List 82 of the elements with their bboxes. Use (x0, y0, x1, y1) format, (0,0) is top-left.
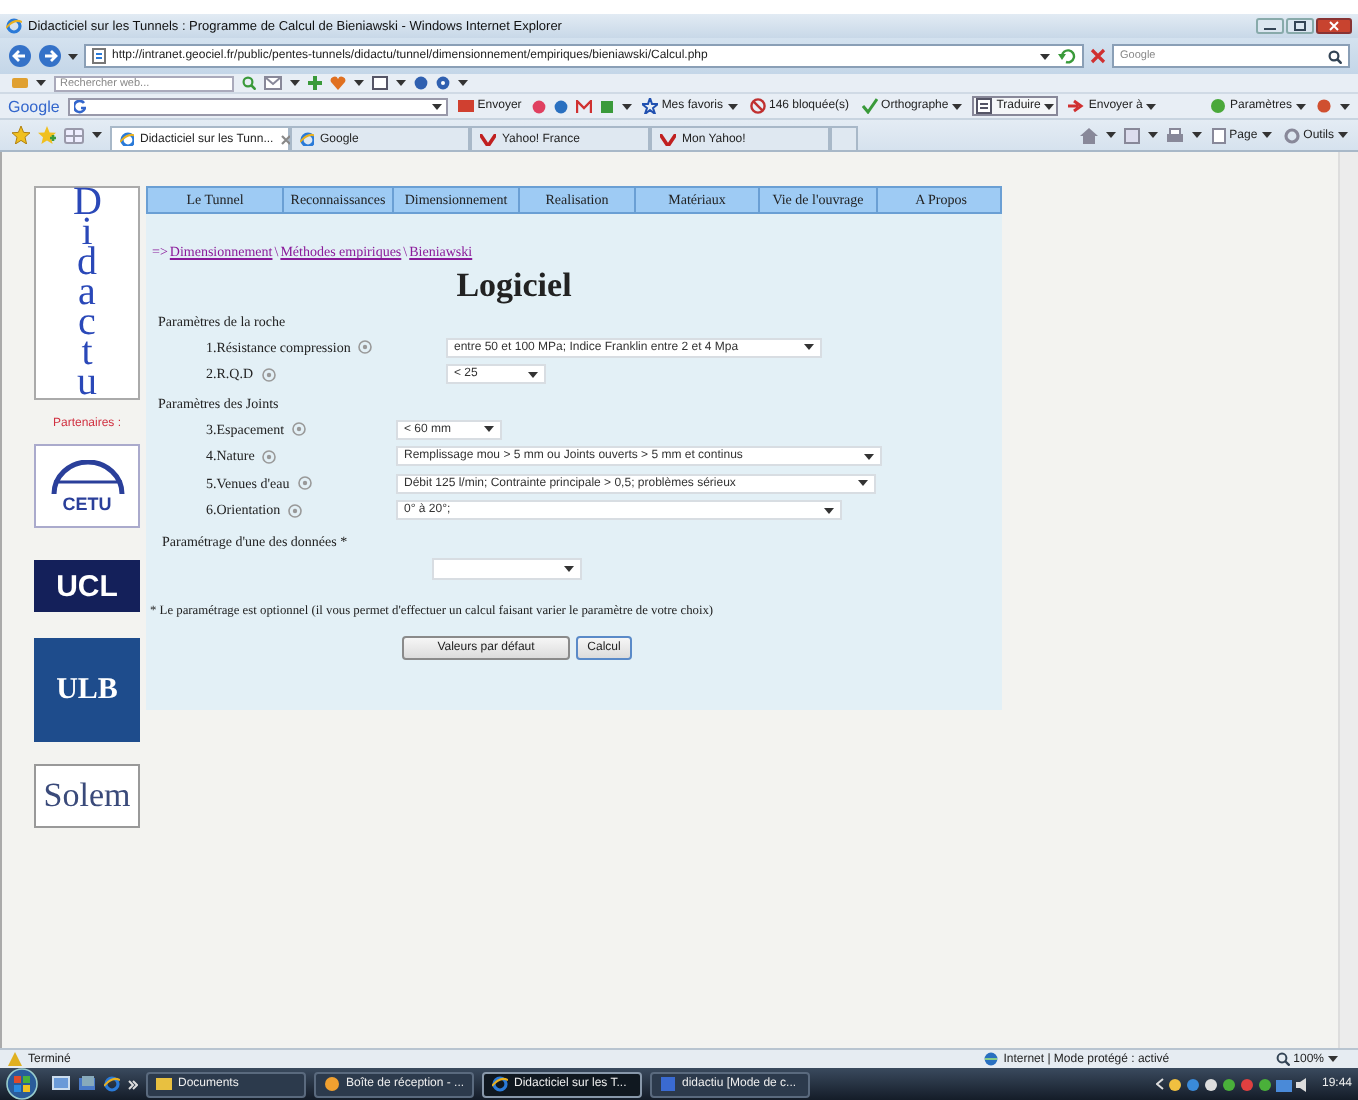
partner-logo[interactable]: Solem (34, 764, 140, 828)
caret-icon[interactable] (354, 80, 364, 86)
logo-text: Didactu (73, 188, 101, 398)
partner-name: UCL (56, 569, 118, 603)
caret-icon[interactable] (1338, 132, 1348, 138)
arrow-icon (1068, 98, 1085, 114)
caret-icon[interactable] (1296, 103, 1306, 109)
google-icon (73, 99, 86, 113)
search-field[interactable] (67, 97, 448, 115)
heart-icon[interactable] (330, 76, 346, 90)
partner-name: Solem (43, 776, 131, 816)
caret-icon[interactable] (858, 480, 868, 487)
back-button[interactable] (8, 44, 32, 68)
caret-icon[interactable] (396, 80, 406, 86)
caret-icon[interactable] (1040, 53, 1050, 59)
partner-logo[interactable]: CETU (34, 444, 140, 528)
scrollbar[interactable] (1338, 152, 1358, 1048)
app-icon (660, 1076, 676, 1092)
caret-icon[interactable] (290, 80, 300, 86)
refresh-icon[interactable] (1058, 48, 1076, 64)
caret-icon[interactable] (36, 80, 46, 86)
volume-icon[interactable] (1295, 1077, 1312, 1091)
caret-icon[interactable] (804, 344, 814, 351)
arch-icon (47, 459, 127, 495)
caret-icon[interactable] (458, 80, 468, 86)
partner-logo[interactable]: UCL (34, 560, 140, 612)
window-icon[interactable] (372, 76, 388, 90)
partner-name: CETU (62, 495, 112, 513)
zoom-icon (1275, 1052, 1290, 1066)
close-button[interactable] (1316, 18, 1352, 34)
maximize-button[interactable] (1286, 18, 1314, 34)
network-icon[interactable] (1275, 1077, 1292, 1091)
yahoo-icon (660, 133, 676, 145)
check-icon (861, 98, 878, 114)
forward-button[interactable] (38, 44, 62, 68)
caret-icon[interactable] (1105, 132, 1116, 138)
caret-icon[interactable] (564, 565, 574, 571)
desktop-icon[interactable] (52, 1076, 70, 1092)
partner-name: ULB (56, 673, 118, 707)
caret-icon[interactable] (824, 507, 834, 514)
close-icon[interactable] (279, 133, 292, 145)
status-icon (1209, 98, 1226, 114)
caret-icon[interactable] (621, 103, 632, 109)
blocked-icon (749, 98, 765, 114)
caret-icon[interactable] (1191, 132, 1202, 138)
app-icon (156, 1076, 172, 1092)
caret-icon[interactable] (864, 453, 874, 460)
caret-icon[interactable] (1328, 1056, 1338, 1062)
search-icon[interactable] (1328, 49, 1342, 63)
start-button[interactable] (0, 1068, 44, 1100)
yahoo-icon (480, 133, 496, 145)
star-icon (641, 98, 658, 114)
star-icon[interactable] (12, 126, 30, 144)
print-icon[interactable] (1165, 127, 1184, 143)
caret-icon[interactable] (1044, 103, 1055, 109)
caret-icon[interactable] (1261, 132, 1272, 138)
caret-icon[interactable] (484, 426, 494, 433)
partner-logo[interactable]: ULB (34, 638, 140, 742)
add-favorite-icon[interactable] (38, 126, 56, 144)
caret-icon[interactable] (1146, 103, 1157, 109)
app-icon (492, 1076, 508, 1092)
feed-icon[interactable] (1123, 127, 1140, 143)
caret-icon[interactable] (528, 371, 538, 378)
app-icon (324, 1076, 340, 1092)
minimize-button[interactable] (1256, 18, 1284, 34)
caret-icon[interactable] (68, 53, 78, 59)
help-icon[interactable] (436, 76, 450, 90)
browser-icon[interactable] (104, 1076, 120, 1092)
google-logo: Google (8, 97, 60, 115)
caret-icon[interactable] (1147, 132, 1158, 138)
home-icon[interactable] (1079, 127, 1098, 143)
caret-icon[interactable] (431, 103, 442, 109)
caret-icon[interactable] (92, 132, 102, 138)
stop-icon[interactable] (1090, 48, 1106, 64)
caret-icon[interactable] (1340, 103, 1350, 109)
cross-icon[interactable] (308, 76, 322, 90)
browser-icon (6, 18, 22, 34)
caret-icon[interactable] (952, 103, 963, 109)
chevron-icon[interactable] (128, 1079, 138, 1089)
window-switch-icon[interactable] (78, 1076, 96, 1092)
page-heading: Logiciel (454, 266, 574, 306)
caret-icon[interactable] (727, 103, 737, 109)
